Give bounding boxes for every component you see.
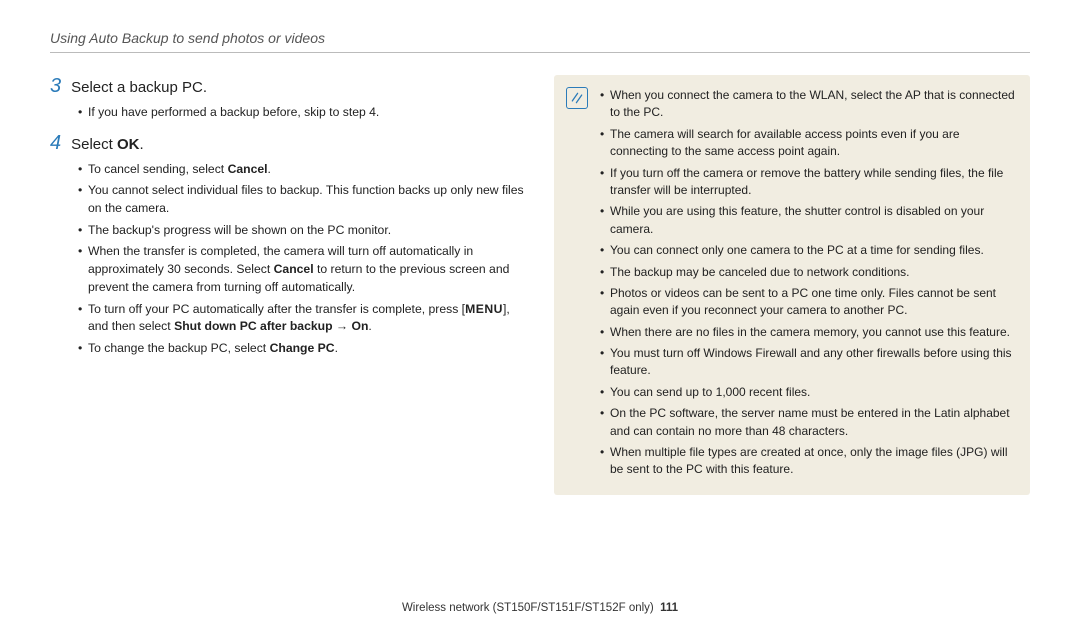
step-4-bullet-6: To change the backup PC, select Change P… [78, 340, 530, 358]
b1-post: . [268, 162, 271, 176]
step-4-bullet-5: To turn off your PC automatically after … [78, 301, 530, 336]
page: Using Auto Backup to send photos or vide… [0, 0, 1080, 630]
b4-bold: Cancel [274, 262, 314, 276]
step-4-number: 4 [50, 132, 61, 155]
step-4-title-bold: OK [117, 136, 140, 153]
note-12: When multiple file types are created at … [600, 444, 1016, 479]
content-columns: 3 Select a backup PC. If you have perfor… [50, 75, 1030, 495]
step-4: 4 Select OK. To cancel sending, select C… [50, 132, 530, 358]
note-10: You can send up to 1,000 recent files. [600, 384, 1016, 401]
step-3: 3 Select a backup PC. If you have perfor… [50, 75, 530, 122]
note-2: The camera will search for available acc… [600, 126, 1016, 161]
b5-bold: Shut down PC after backup → On [174, 319, 368, 333]
step-3-bullet-1: If you have performed a backup before, s… [78, 104, 530, 122]
note-7: Photos or videos can be sent to a PC one… [600, 285, 1016, 320]
right-column: When you connect the camera to the WLAN,… [554, 75, 1030, 495]
note-3: If you turn off the camera or remove the… [600, 165, 1016, 200]
note-6: The backup may be canceled due to networ… [600, 264, 1016, 281]
step-4-head: 4 Select OK. [50, 132, 530, 155]
step-3-head: 3 Select a backup PC. [50, 75, 530, 98]
step-4-bullet-2: You cannot select individual files to ba… [78, 182, 530, 217]
step-4-title-pre: Select [71, 136, 117, 153]
header-rule [50, 52, 1030, 53]
note-5: You can connect only one camera to the P… [600, 242, 1016, 259]
step-4-bullets: To cancel sending, select Cancel. You ca… [50, 161, 530, 358]
page-footer: Wireless network (ST150F/ST151F/ST152F o… [0, 602, 1080, 614]
b6-bold: Change PC [270, 341, 335, 355]
note-1: When you connect the camera to the WLAN,… [600, 87, 1016, 122]
b5-post: . [368, 319, 371, 333]
step-4-bullet-4: When the transfer is completed, the came… [78, 243, 530, 296]
menu-label: MENU [465, 302, 503, 316]
step-3-bullets: If you have performed a backup before, s… [50, 104, 530, 122]
note-list: When you connect the camera to the WLAN,… [600, 87, 1016, 479]
left-column: 3 Select a backup PC. If you have perfor… [50, 75, 530, 495]
step-3-number: 3 [50, 75, 61, 98]
b6-post: . [335, 341, 338, 355]
footer-text: Wireless network (ST150F/ST151F/ST152F o… [402, 602, 654, 614]
note-9: You must turn off Windows Firewall and a… [600, 345, 1016, 380]
b6-pre: To change the backup PC, select [88, 341, 270, 355]
step-4-bullet-3: The backup's progress will be shown on t… [78, 222, 530, 240]
step-3-title: Select a backup PC. [71, 79, 207, 96]
step-4-title: Select OK. [71, 136, 144, 153]
page-number: 111 [660, 602, 678, 614]
note-4: While you are using this feature, the sh… [600, 203, 1016, 238]
step-4-bullet-1: To cancel sending, select Cancel. [78, 161, 530, 179]
section-header: Using Auto Backup to send photos or vide… [50, 30, 1030, 46]
note-8: When there are no files in the camera me… [600, 324, 1016, 341]
note-icon [566, 87, 588, 109]
b1-bold: Cancel [228, 162, 268, 176]
note-box: When you connect the camera to the WLAN,… [554, 75, 1030, 495]
b5-pre: To turn off your PC automatically after … [88, 302, 465, 316]
note-11: On the PC software, the server name must… [600, 405, 1016, 440]
b1-pre: To cancel sending, select [88, 162, 228, 176]
step-4-title-post: . [139, 136, 143, 153]
